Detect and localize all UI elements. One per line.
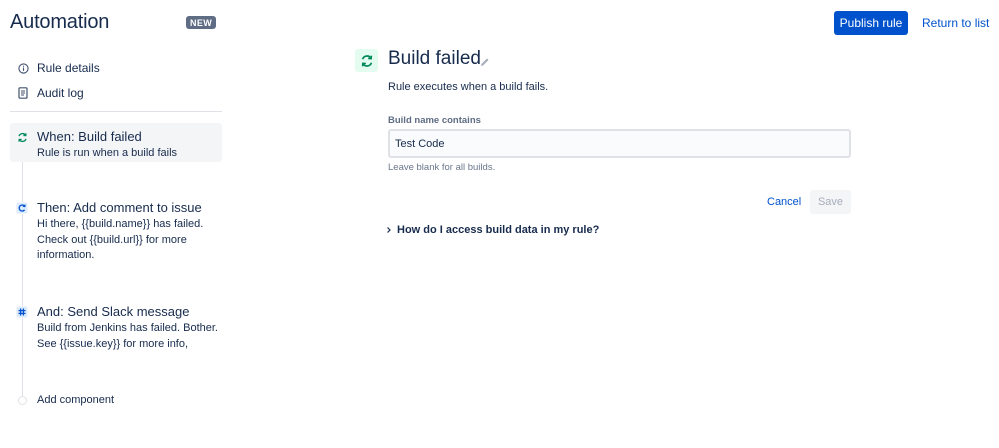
cancel-button[interactable]: Cancel: [767, 196, 801, 208]
build-failed-icon: [355, 49, 378, 72]
build-name-help: Leave blank for all builds.: [388, 162, 496, 173]
new-badge: NEW: [186, 16, 217, 29]
step-description: Rule is run when a build fails: [37, 147, 178, 159]
build-data-accordion[interactable]: How do I access build data in my rule?: [386, 224, 599, 236]
rule-details-label: Rule details: [37, 61, 100, 75]
page-subtitle: Rule executes when a build fails.: [388, 81, 549, 93]
return-to-list-link[interactable]: Return to list: [922, 16, 989, 30]
step-trigger-build-failed[interactable]: When: Build failed Rule is run when a bu…: [10, 123, 222, 162]
add-component-button[interactable]: Add component: [18, 394, 114, 406]
chevron-right-icon: [386, 226, 392, 234]
info-icon: [17, 62, 29, 74]
refresh-icon: [16, 131, 28, 143]
slack-icon: [16, 306, 28, 318]
app-title: Automation: [10, 11, 110, 33]
audit-log-label: Audit log: [37, 86, 84, 100]
sidebar-divider: [10, 111, 222, 112]
pencil-icon[interactable]: [480, 54, 490, 66]
step-title: Then: Add comment to issue: [37, 200, 202, 215]
step-action-add-comment[interactable]: Then: Add comment to issue Hi there, {{b…: [10, 194, 222, 270]
build-name-input[interactable]: [388, 129, 851, 158]
page-title: Build failed: [388, 48, 481, 69]
audit-log-link[interactable]: Audit log: [17, 86, 84, 100]
add-component-label: Add component: [37, 394, 115, 406]
accordion-label: How do I access build data in my rule?: [397, 224, 600, 236]
save-button[interactable]: Save: [810, 190, 851, 214]
step-title: And: Send Slack message: [37, 304, 190, 319]
add-component-dot-icon: [18, 395, 27, 405]
build-name-label: Build name contains: [388, 115, 481, 126]
publish-rule-button[interactable]: Publish rule: [834, 11, 908, 35]
step-description: Hi there, {{build.name}} has failed. Che…: [37, 218, 204, 261]
step-description: Build from Jenkins has failed. Bother. S…: [37, 322, 218, 350]
document-icon: [17, 87, 29, 99]
rule-details-link[interactable]: Rule details: [17, 61, 100, 75]
step-action-send-slack[interactable]: And: Send Slack message Build from Jenki…: [10, 298, 222, 358]
step-title: When: Build failed: [37, 129, 142, 144]
comment-action-icon: [16, 202, 28, 214]
